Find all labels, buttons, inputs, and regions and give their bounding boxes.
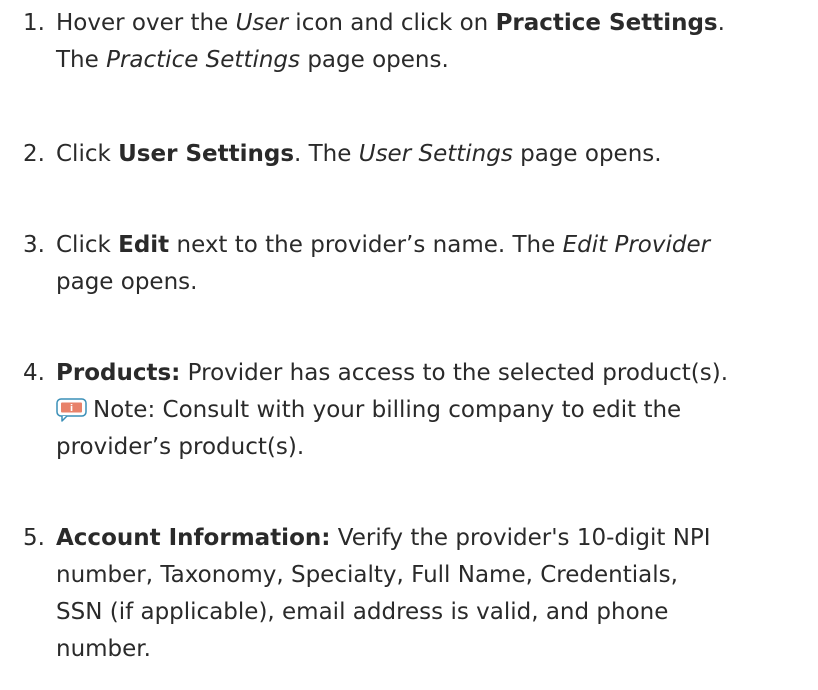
- step-line: provider’s product(s).: [56, 429, 806, 466]
- step-number: 1.: [23, 10, 45, 36]
- step-line: page opens.: [56, 264, 806, 301]
- italic-text-run: Practice Settings: [106, 47, 301, 73]
- step-line: SSN (if applicable), email address is va…: [56, 594, 806, 631]
- note-text: Note: Consult with your billing company …: [93, 397, 682, 423]
- text-run: . The: [294, 141, 359, 167]
- italic-text-run: User: [235, 10, 288, 36]
- text-run: number.: [56, 636, 151, 662]
- text-run: page opens.: [56, 269, 198, 295]
- step-number: 5.: [23, 525, 45, 551]
- bold-text-run: User Settings: [118, 141, 295, 167]
- text-run: icon and click on: [288, 10, 496, 36]
- text-run: Click: [56, 232, 119, 258]
- bold-text-run: Account Information:: [56, 525, 331, 551]
- step-text: Hover over the User icon and click on Pr…: [56, 5, 806, 79]
- step-number: 4.: [23, 360, 45, 386]
- step-line: i Note: Consult with your billing compan…: [56, 392, 806, 429]
- text-run: The: [56, 47, 107, 73]
- step-number: 2.: [23, 141, 45, 167]
- bold-text-run: Practice Settings: [495, 10, 718, 36]
- step-line: number.: [56, 631, 806, 668]
- text-run: number, Taxonomy, Specialty, Full Name, …: [56, 562, 678, 588]
- text-run: Provider has access to the selected prod…: [180, 360, 729, 386]
- step-text: Click Edit next to the provider’s name. …: [56, 227, 806, 301]
- text-run: page opens.: [512, 141, 662, 167]
- text-run: page opens.: [300, 47, 449, 73]
- italic-text-run: User Settings: [358, 141, 513, 167]
- text-run: Click: [56, 141, 119, 167]
- bold-text-run: Products:: [56, 360, 181, 386]
- text-run: Verify the provider's 10-digit NPI: [330, 525, 711, 551]
- bold-text-run: Edit: [118, 232, 170, 258]
- step-line: number, Taxonomy, Specialty, Full Name, …: [56, 557, 806, 594]
- info-note-icon: i: [56, 398, 87, 422]
- step-line: Click User Settings. The User Settings p…: [56, 136, 806, 173]
- text-run: next to the provider’s name. The: [169, 232, 563, 258]
- step-line: Account Information: Verify the provider…: [56, 520, 806, 557]
- step-line: Hover over the User icon and click on Pr…: [56, 5, 806, 42]
- step-line: Click Edit next to the provider’s name. …: [56, 227, 806, 264]
- step-number: 3.: [23, 232, 45, 258]
- text-run: Hover over the: [56, 10, 236, 36]
- italic-text-run: Edit Provider: [562, 232, 711, 258]
- svg-text:i: i: [70, 404, 73, 414]
- note-text: provider’s product(s).: [56, 434, 305, 460]
- step-line: Products: Provider has access to the sel…: [56, 355, 806, 392]
- step-text: Account Information: Verify the provider…: [56, 520, 806, 668]
- step-text: Click User Settings. The User Settings p…: [56, 136, 806, 173]
- step-text: Products: Provider has access to the sel…: [56, 355, 806, 466]
- text-run: .: [717, 10, 725, 36]
- text-run: SSN (if applicable), email address is va…: [56, 599, 669, 625]
- step-line: The Practice Settings page opens.: [56, 42, 806, 79]
